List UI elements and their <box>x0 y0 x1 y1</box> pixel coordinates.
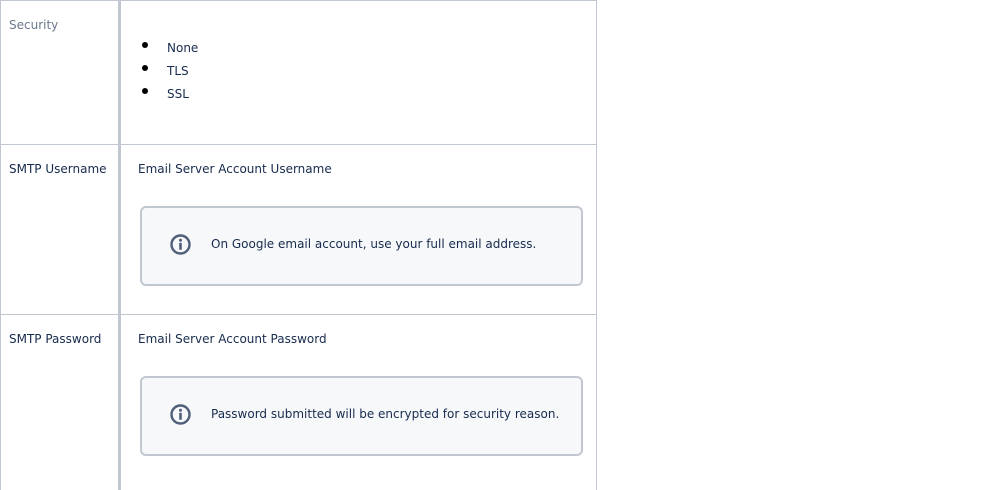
info-icon <box>170 404 191 425</box>
info-message: On Google email account, use your full e… <box>211 237 537 251</box>
option-label: SSL <box>167 87 189 101</box>
info-panel: Password submitted will be encrypted for… <box>140 376 583 456</box>
table-row-security: Security None TLS SSL <box>0 0 597 145</box>
option-label: None <box>167 41 199 55</box>
parameters-table: Security None TLS SSL SMTP Username Emai… <box>0 0 597 490</box>
row-label: SMTP Username <box>0 144 120 315</box>
field-description: Email Server Account Username <box>138 162 332 176</box>
list-item: TLS <box>142 64 584 87</box>
table-row-smtp-username: SMTP Username Email Server Account Usern… <box>0 144 597 315</box>
info-icon <box>170 234 191 255</box>
list-item: SSL <box>142 87 584 110</box>
bullet-icon <box>142 42 148 48</box>
option-label: TLS <box>167 64 189 78</box>
row-label: SMTP Password <box>0 314 120 490</box>
list-item: None <box>142 41 584 64</box>
row-label: Security <box>0 0 120 145</box>
row-value: Email Server Account Password Password s… <box>118 314 597 490</box>
field-description: Email Server Account Password <box>138 332 327 346</box>
row-value: Email Server Account Username On Google … <box>118 144 597 315</box>
bullet-icon <box>142 88 148 94</box>
row-value: None TLS SSL <box>118 0 597 145</box>
info-message: Password submitted will be encrypted for… <box>211 407 560 421</box>
bullet-icon <box>142 65 148 71</box>
info-panel: On Google email account, use your full e… <box>140 206 583 286</box>
security-options-list: None TLS SSL <box>136 41 584 110</box>
table-row-smtp-password: SMTP Password Email Server Account Passw… <box>0 314 597 490</box>
